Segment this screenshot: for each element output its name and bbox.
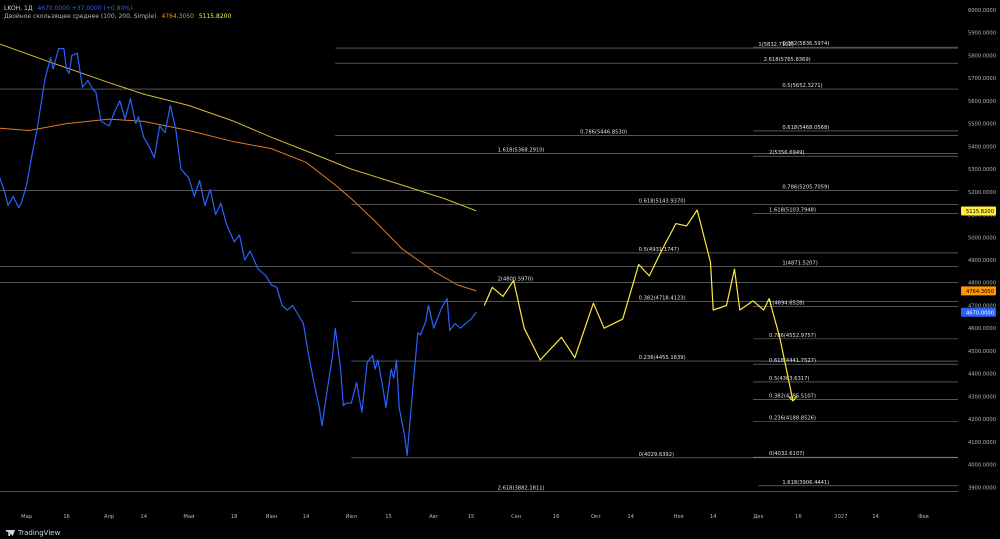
- fib-level-label: 0.382(4718.4123): [639, 295, 686, 301]
- y-tick-label: 4400.0000: [968, 372, 996, 378]
- x-tick-label: Авг: [429, 514, 439, 520]
- x-tick-label: Окт: [591, 514, 601, 520]
- ma_slow-series-line: [0, 43, 477, 212]
- x-tick-label: 15: [468, 514, 475, 520]
- x-tick-label: 14: [627, 514, 634, 520]
- logo-text: TradingView: [18, 529, 61, 537]
- y-tick-label: 5600.0000: [968, 99, 996, 105]
- x-tick-label: Фев: [918, 514, 929, 520]
- y-tick-label: 4900.0000: [968, 258, 996, 264]
- y-tick-label: 4200.0000: [968, 417, 996, 423]
- price-label-text: 4764.3050: [966, 289, 994, 295]
- price-axis: 3900.0000 4000.0000 4100.0000 4200.0000 4300…: [968, 8, 996, 491]
- y-tick-label: 5200.0000: [968, 190, 996, 196]
- y-tick-label: 5500.0000: [968, 122, 996, 128]
- x-tick-label: Ноя: [673, 514, 683, 520]
- fib-level-label: 0.236(4188.8526): [769, 416, 816, 422]
- fib-level-label: 0(4029.6392): [639, 452, 674, 458]
- x-tick-label: 14: [303, 514, 310, 520]
- price-label-text: 4670.0000: [966, 310, 994, 316]
- price-label-text: 5115.8200: [966, 209, 994, 215]
- fib-level-label: 0.618(5143.9370): [639, 199, 686, 205]
- fib-level-label: 0(4032.6107): [769, 451, 804, 457]
- fib-level-label: 2.618(3882.1811): [498, 485, 545, 491]
- y-tick-label: 6000.0000: [968, 8, 996, 14]
- y-tick-label: 4500.0000: [968, 349, 996, 355]
- x-tick-label: Май: [183, 513, 194, 520]
- y-tick-label: 5000.0000: [968, 235, 996, 241]
- x-tick-label: Дек: [753, 514, 763, 520]
- y-tick-label: 3900.0000: [968, 485, 996, 491]
- fib-level-label: 0.618(5468.0568): [782, 125, 829, 131]
- y-tick-label: 4100.0000: [968, 440, 996, 446]
- fib-level-label: 0.618(4441.7527): [769, 358, 816, 364]
- x-tick-label: 14: [872, 514, 879, 520]
- y-tick-label: 5400.0000: [968, 144, 996, 150]
- x-tick-label: 14: [710, 514, 717, 520]
- fib-level-label: 0.5(4931.1747): [639, 247, 679, 253]
- fib-levels: 1(5832.7102)0.382(5836.5974)2.618(5765.8…: [0, 41, 958, 492]
- x-tick-label: 18: [231, 514, 238, 520]
- fib-level-label: 0.382(5836.5974): [782, 41, 829, 47]
- x-tick-label: 16: [63, 514, 70, 520]
- x-tick-label: 16: [553, 514, 560, 520]
- ma_fast-series-line: [0, 118, 477, 292]
- fib-level-label: 1.618(5103.7948): [769, 208, 816, 214]
- y-tick-label: 5800.0000: [968, 53, 996, 59]
- y-tick-label: 4600.0000: [968, 326, 996, 332]
- fib-level-label: 0.786(5205.7059): [782, 185, 829, 191]
- x-tick-label: Июн: [266, 514, 278, 520]
- tradingview-logo[interactable]: TradingView: [6, 529, 60, 537]
- fib-level-label: 0.5(5652.3271): [782, 83, 822, 89]
- price-chart[interactable]: 1(5832.7102)0.382(5836.5974)2.618(5765.8…: [0, 0, 1000, 539]
- fib-level-label: 1(4694.6528): [769, 301, 804, 307]
- y-tick-label: 4800.0000: [968, 281, 996, 287]
- fib-level-label: 0.786(4552.9757): [769, 333, 816, 339]
- fib-level-label: 0.786(5446.8530): [580, 130, 627, 136]
- y-tick-label: 5300.0000: [968, 167, 996, 173]
- y-tick-label: 5700.0000: [968, 76, 996, 82]
- fib-level-label: 2.618(5765.8369): [764, 57, 811, 63]
- x-tick-label: 16: [795, 514, 802, 520]
- tradingview-logo-icon: [6, 530, 15, 536]
- x-tick-label: Сен: [511, 514, 521, 520]
- fib-level-label: 2(5356.6949): [769, 150, 804, 156]
- x-tick-label: 2027: [834, 514, 847, 520]
- fib-level-label: 1.618(5368.2910): [498, 148, 545, 154]
- x-tick-label: 14: [140, 514, 147, 520]
- x-tick-label: 15: [385, 514, 392, 520]
- y-tick-label: 4300.0000: [968, 394, 996, 400]
- fib-level-label: 0.236(4455.1639): [639, 355, 686, 361]
- x-tick-label: Апр: [104, 514, 115, 520]
- price-series-line: [0, 47, 477, 457]
- x-tick-label: Июл: [345, 514, 357, 520]
- fib-level-label: 1.618(3906.4441): [782, 480, 829, 486]
- time-axis: Мар 16 Апр 14 Май 18 Июн 14 Июл 15 Авг 15 Сен 16 Окт 14…: [21, 513, 929, 520]
- y-tick-label: 4000.0000: [968, 463, 996, 469]
- fib-level-label: 2(4800.5970): [498, 277, 533, 283]
- forecast-series-line: [483, 209, 794, 402]
- y-tick-label: 5900.0000: [968, 31, 996, 37]
- x-tick-label: Мар: [21, 514, 33, 520]
- fib-level-label: 1(4871.5207): [782, 260, 817, 266]
